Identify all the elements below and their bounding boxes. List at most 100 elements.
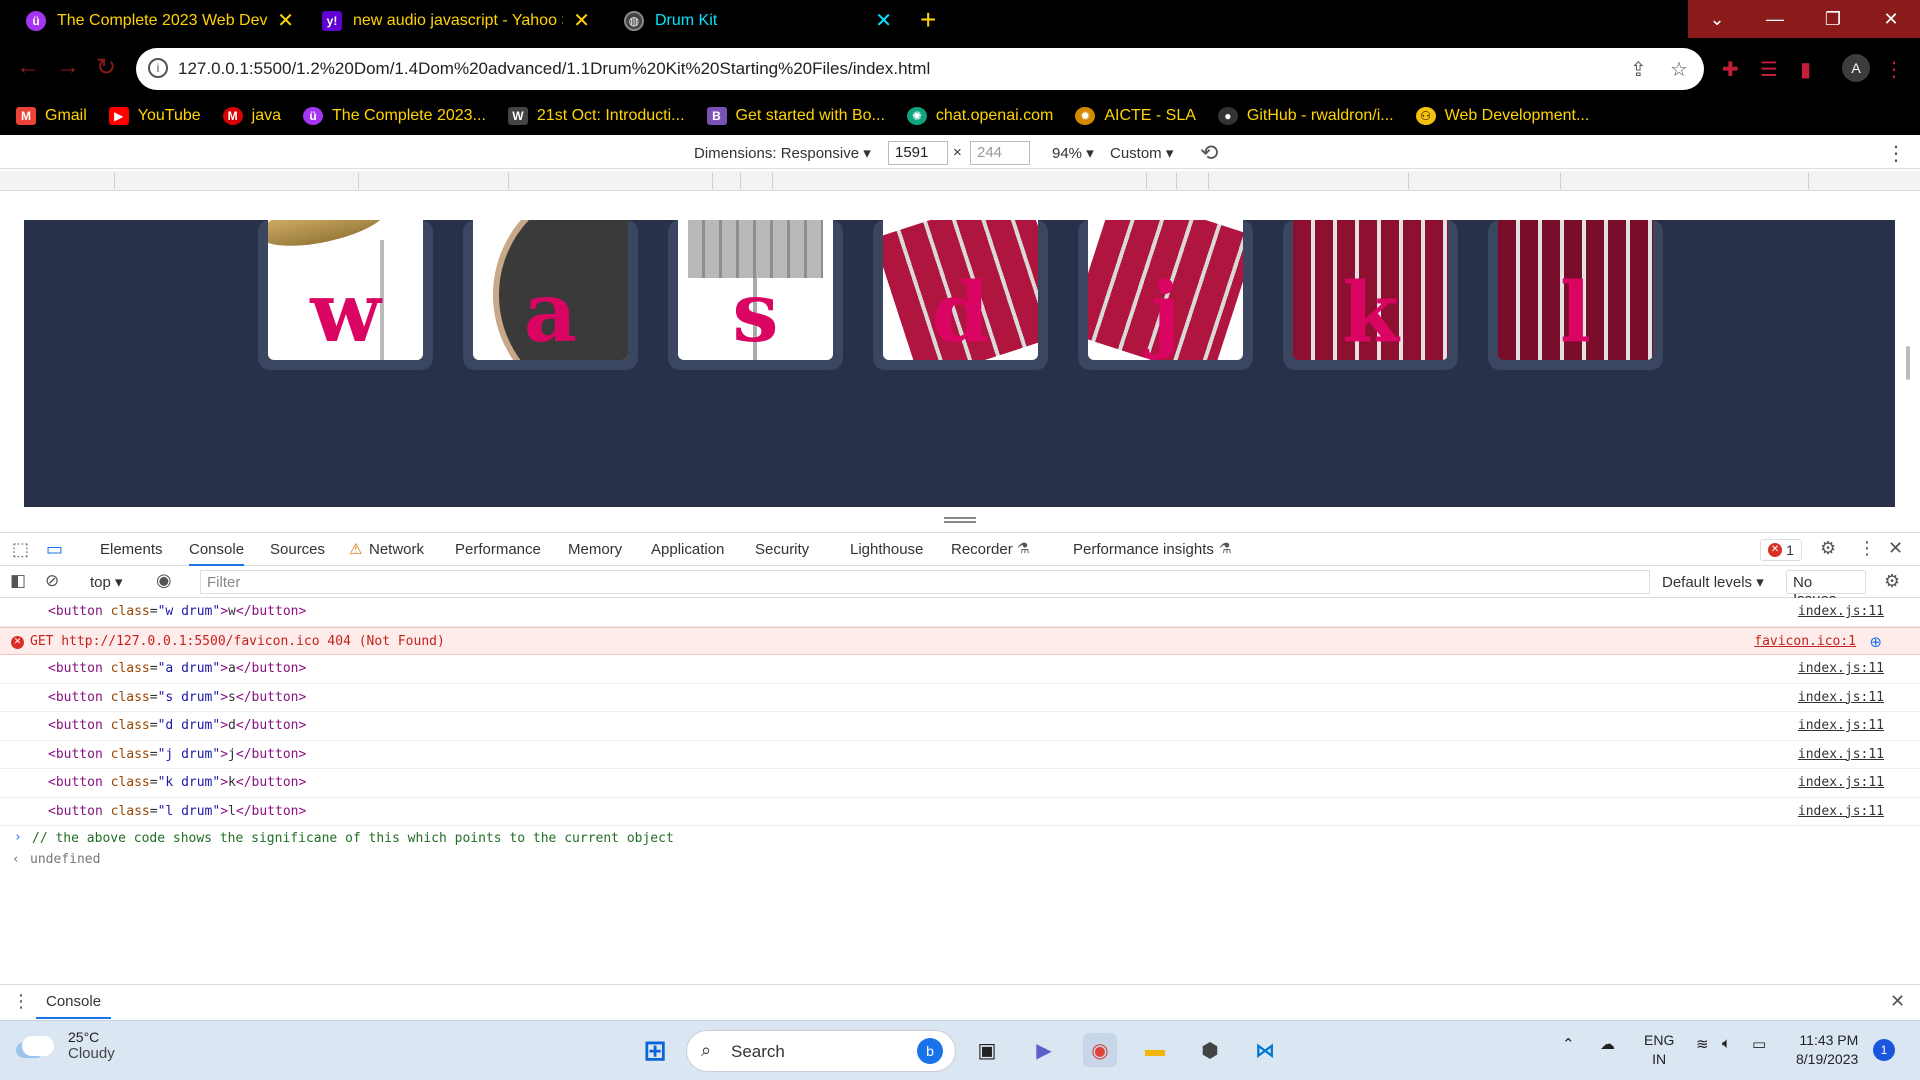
language-indicator[interactable]: ENG IN xyxy=(1644,1031,1674,1069)
bookmark-star-icon[interactable]: ☆ xyxy=(1670,57,1688,82)
minimize-icon[interactable]: — xyxy=(1746,0,1804,38)
share-icon[interactable]: ⇪ xyxy=(1630,57,1647,82)
media-query-bar[interactable] xyxy=(0,171,1920,191)
network-request-icon[interactable]: ⊕ xyxy=(1869,633,1882,651)
bookmark-aicte[interactable]: ✹ AICTE - SLA xyxy=(1075,107,1196,125)
source-link[interactable]: index.js:11 xyxy=(1798,747,1884,762)
restore-icon[interactable]: ❐ xyxy=(1804,0,1862,38)
drum-button-j[interactable]: j xyxy=(1078,220,1253,370)
tab-sources[interactable]: Sources xyxy=(270,541,325,558)
inspect-icon[interactable]: ⬚ xyxy=(12,539,29,560)
drum-button-w[interactable]: w xyxy=(258,220,433,370)
console-settings-icon[interactable]: ⚙ xyxy=(1884,571,1900,592)
log-message[interactable]: <button class="j drum">j</button> xyxy=(48,747,306,762)
windows-start-icon[interactable]: ⊞ xyxy=(638,1033,672,1067)
bookmark-chatgpt[interactable]: ✺ chat.openai.com xyxy=(906,107,1053,125)
battery-icon[interactable]: ▭ xyxy=(1752,1035,1766,1053)
source-link[interactable]: index.js:11 xyxy=(1798,690,1884,705)
tab-memory[interactable]: Memory xyxy=(568,541,622,558)
forward-icon[interactable]: → xyxy=(56,53,80,81)
teams-icon[interactable]: ▶ xyxy=(1027,1033,1061,1067)
tab-performance-insights[interactable]: Performance insights xyxy=(1073,541,1214,558)
close-icon[interactable]: ✕ xyxy=(875,8,892,33)
tab-console[interactable]: Console xyxy=(189,541,245,566)
log-message[interactable]: <button class="a drum">a</button> xyxy=(48,661,306,676)
log-message[interactable]: <button class="l drum">l</button> xyxy=(48,804,306,819)
filter-input[interactable]: Filter xyxy=(200,570,1650,594)
throttle-select[interactable]: Custom ▾ xyxy=(1110,144,1173,162)
bookmark-webdev[interactable]: ⚇ Web Development... xyxy=(1415,107,1589,125)
drawer-menu-icon[interactable]: ⋮ xyxy=(12,991,30,1012)
device-toggle-icon[interactable]: ▭ xyxy=(46,539,63,560)
tab-application[interactable]: Application xyxy=(651,541,724,558)
viewport-resize-handle[interactable] xyxy=(944,517,976,523)
site-info-icon[interactable]: i xyxy=(148,58,168,78)
source-link[interactable]: index.js:11 xyxy=(1798,804,1884,819)
bookmark-intro[interactable]: W 21st Oct: Introducti... xyxy=(507,107,685,125)
width-input[interactable]: 1591 xyxy=(888,141,948,165)
log-message[interactable]: <button class="s drum">s</button> xyxy=(48,690,306,705)
drum-button-l[interactable]: l xyxy=(1488,220,1663,370)
eye-icon[interactable]: ◉ xyxy=(156,570,172,591)
more-options-icon[interactable]: ⋮ xyxy=(1886,141,1906,166)
drum-button-d[interactable]: d xyxy=(873,220,1048,370)
bookmark-youtube[interactable]: ▶ YouTube xyxy=(108,107,201,125)
input-code[interactable]: // the above code shows the significane … xyxy=(32,831,674,846)
dimensions-select[interactable]: Dimensions: Responsive ▾ xyxy=(694,144,871,162)
log-levels-select[interactable]: Default levels ▾ xyxy=(1662,573,1764,591)
chrome-icon[interactable]: ◉ xyxy=(1083,1033,1117,1067)
notification-badge[interactable]: 1 xyxy=(1873,1039,1895,1061)
height-input[interactable]: 244 xyxy=(970,141,1030,165)
tab-lighthouse[interactable]: Lighthouse xyxy=(850,541,923,558)
tab-search-icon[interactable]: ⌄ xyxy=(1688,0,1746,38)
task-view-icon[interactable]: ▣ xyxy=(970,1033,1004,1067)
settings-icon[interactable]: ⚙ xyxy=(1820,538,1836,559)
vscode-icon[interactable]: ⋈ xyxy=(1248,1033,1282,1067)
drum-button-k[interactable]: k xyxy=(1283,220,1458,370)
log-message[interactable]: <button class="k drum">k</button> xyxy=(48,775,306,790)
tab-network[interactable]: Network xyxy=(369,541,424,558)
viewport-scrollbar[interactable] xyxy=(1906,346,1910,380)
source-link[interactable]: index.js:11 xyxy=(1798,604,1884,619)
context-select[interactable]: top ▾ xyxy=(90,573,123,591)
file-explorer-icon[interactable]: ▬ xyxy=(1138,1033,1172,1067)
bookmark-gmail[interactable]: M Gmail xyxy=(16,107,87,125)
log-message[interactable]: <button class="w drum">w</button> xyxy=(48,604,306,619)
sidebar-toggle-icon[interactable]: ◧ xyxy=(10,571,26,591)
rotate-icon[interactable]: ⟲ xyxy=(1200,140,1218,166)
back-icon[interactable]: ← xyxy=(16,53,40,81)
source-link[interactable]: favicon.ico:1 xyxy=(1754,634,1856,649)
source-link[interactable]: index.js:11 xyxy=(1798,775,1884,790)
drum-button-s[interactable]: s xyxy=(668,220,843,370)
weather-widget[interactable]: 25°C Cloudy xyxy=(22,1029,115,1062)
reload-icon[interactable]: ↻ xyxy=(96,53,116,82)
close-drawer-icon[interactable]: ✕ xyxy=(1890,991,1905,1012)
tab-drum-kit[interactable]: ◍ Drum Kit ✕ xyxy=(612,0,904,41)
bookmark-github[interactable]: ● GitHub - rwaldron/i... xyxy=(1217,107,1394,125)
volume-icon[interactable]: 🔈︎ xyxy=(1722,1035,1731,1052)
issues-button[interactable]: No Issues xyxy=(1786,570,1866,608)
close-devtools-icon[interactable]: ✕ xyxy=(1888,538,1903,559)
onedrive-icon[interactable]: ☁ xyxy=(1600,1035,1615,1053)
more-icon[interactable]: ⋮ xyxy=(1858,538,1876,559)
extensions-icon[interactable]: ✚ xyxy=(1722,57,1739,82)
log-message[interactable]: <button class="d drum">d</button> xyxy=(48,718,306,733)
source-link[interactable]: index.js:11 xyxy=(1798,718,1884,733)
taskbar-search[interactable]: ⌕ Search b xyxy=(686,1030,956,1072)
app-cube-icon[interactable]: ⬢ xyxy=(1193,1033,1227,1067)
tray-chevron-icon[interactable]: ⌃ xyxy=(1562,1035,1575,1053)
close-icon[interactable]: ✕ xyxy=(277,8,294,33)
reading-list-icon[interactable]: ☰ xyxy=(1760,57,1778,82)
source-link[interactable]: index.js:11 xyxy=(1798,661,1884,676)
close-window-icon[interactable]: ✕ xyxy=(1862,0,1920,38)
clear-console-icon[interactable]: ⊘ xyxy=(45,571,59,591)
tab-yahoo[interactable]: y! new audio javascript - Yahoo Sea ✕ xyxy=(310,0,602,41)
error-message[interactable]: GET http://127.0.0.1:5500/favicon.ico 40… xyxy=(30,634,445,649)
menu-icon[interactable]: ⋮ xyxy=(1884,57,1904,82)
close-icon[interactable]: ✕ xyxy=(573,8,590,33)
error-count-badge[interactable]: ✕ 1 xyxy=(1760,539,1802,561)
avatar[interactable]: A xyxy=(1842,54,1870,82)
clock[interactable]: 11:43 PM 8/19/2023 xyxy=(1796,1031,1858,1069)
tab-security[interactable]: Security xyxy=(755,541,809,558)
url-field[interactable]: i 127.0.0.1:5500/1.2%20Dom/1.4Dom%20adva… xyxy=(136,48,1704,90)
